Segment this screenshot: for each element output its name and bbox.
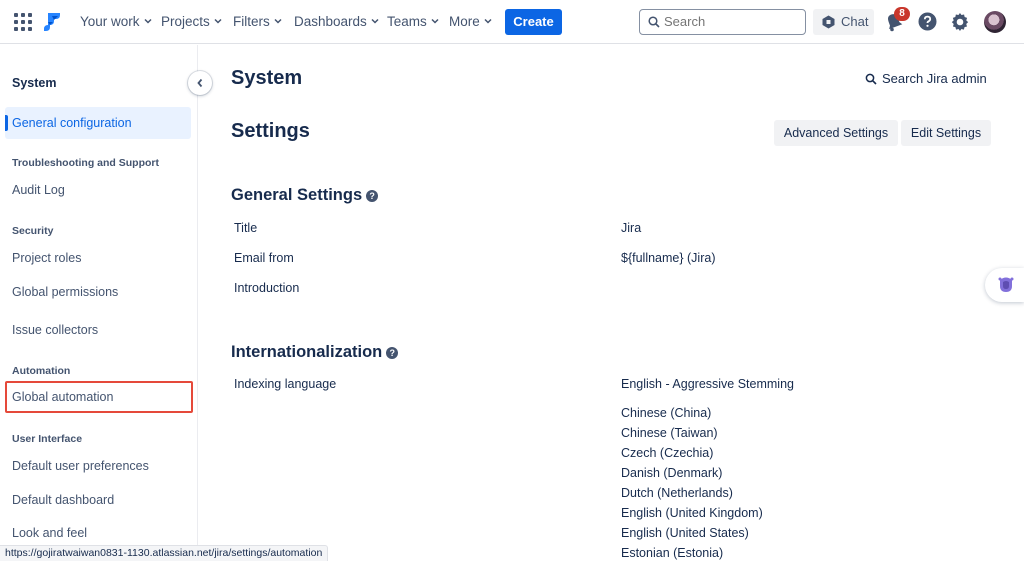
installed-languages-list: Chinese (China) Chinese (Taiwan) Czech (… [621,405,763,561]
advanced-settings-button[interactable]: Advanced Settings [774,120,898,146]
setting-value-title: Jira [621,221,642,235]
sidebar: System General configuration Troubleshoo… [0,45,198,561]
help-question-icon[interactable]: ? [386,347,399,359]
sidebar-section-user-interface: User Interface [12,433,83,445]
chevron-down-icon [214,18,222,24]
list-item: Estonian (Estonia) [621,546,724,560]
ai-assistant-icon [998,277,1014,292]
chevron-down-icon [144,18,152,24]
setting-label-indexing-language: Indexing language [234,377,337,391]
help-question-icon[interactable]: ? [366,190,379,202]
search-input[interactable] [664,12,802,31]
sidebar-item-general-configuration[interactable]: General configuration [5,107,191,139]
chevron-down-icon [274,18,282,24]
status-bar-url: https://gojiratwaiwan0831-1130.atlassian… [0,545,329,561]
sidebar-item-default-user-preferences[interactable]: Default user preferences [5,450,191,482]
settings-gear-icon[interactable] [950,12,970,32]
list-item: Czech (Czechia) [621,446,714,460]
nav-more[interactable]: More [449,0,492,44]
sidebar-item-issue-collectors[interactable]: Issue collectors [5,314,191,346]
list-item: Chinese (Taiwan) [621,426,718,440]
sidebar-item-project-roles[interactable]: Project roles [5,242,191,274]
chat-label: Chat [841,14,869,29]
sidebar-item-global-permissions[interactable]: Global permissions [5,276,191,308]
setting-label-introduction: Introduction [234,281,300,295]
page-title: System [231,67,303,89]
chevron-down-icon [431,18,439,24]
list-item: English (United States) [621,526,749,540]
search-icon [648,16,660,28]
setting-label-email-from: Email from [234,251,294,265]
search-icon [865,73,877,85]
nav-filters[interactable]: Filters [233,0,282,44]
rovo-chat-icon [822,15,835,29]
sidebar-section-troubleshooting: Troubleshooting and Support [12,157,159,169]
chevron-down-icon [484,18,492,24]
chevron-left-icon [197,78,203,88]
ai-assistant-button[interactable] [985,268,1024,302]
jira-logo-icon[interactable] [42,11,62,33]
sidebar-title: System [12,76,57,90]
settings-title: Settings [231,120,310,142]
top-navigation: Your work Projects Filters Dashboards Te… [0,0,1024,44]
nav-teams[interactable]: Teams [387,0,439,44]
create-button[interactable]: Create [505,9,562,35]
list-item: English (United Kingdom) [621,506,763,520]
nav-projects[interactable]: Projects [161,0,222,44]
help-icon[interactable] [918,12,937,31]
setting-label-title: Title [234,221,258,235]
sidebar-item-default-dashboard[interactable]: Default dashboard [5,484,191,516]
general-settings-heading: General Settings? [231,186,379,205]
sidebar-section-automation: Automation [12,365,71,377]
list-item: Danish (Denmark) [621,466,723,480]
search-field[interactable] [639,9,806,35]
edit-settings-button[interactable]: Edit Settings [901,120,991,146]
chat-button[interactable]: Chat [813,9,874,35]
setting-value-email-from: ${fullname} (Jira) [621,251,716,265]
sidebar-item-global-automation[interactable]: Global automation [5,381,193,413]
collapse-sidebar-button[interactable] [188,71,212,95]
nav-dashboards[interactable]: Dashboards [294,0,379,44]
sidebar-section-security: Security [12,225,54,237]
list-item: Chinese (China) [621,406,712,420]
main-content: System Search Jira admin Settings Advanc… [199,45,1024,561]
user-avatar[interactable] [984,11,1006,33]
search-jira-admin-label: Search Jira admin [882,71,987,86]
list-item: Dutch (Netherlands) [621,486,733,500]
app-switcher-icon[interactable] [14,13,32,31]
nav-your-work[interactable]: Your work [80,0,152,44]
search-jira-admin-link[interactable]: Search Jira admin [865,71,987,86]
notification-count-badge: 8 [894,7,910,21]
chevron-down-icon [371,18,379,24]
internationalization-heading: Internationalization? [231,343,399,362]
setting-value-indexing-language: English - Aggressive Stemming [621,377,794,391]
sidebar-item-audit-log[interactable]: Audit Log [5,174,191,206]
